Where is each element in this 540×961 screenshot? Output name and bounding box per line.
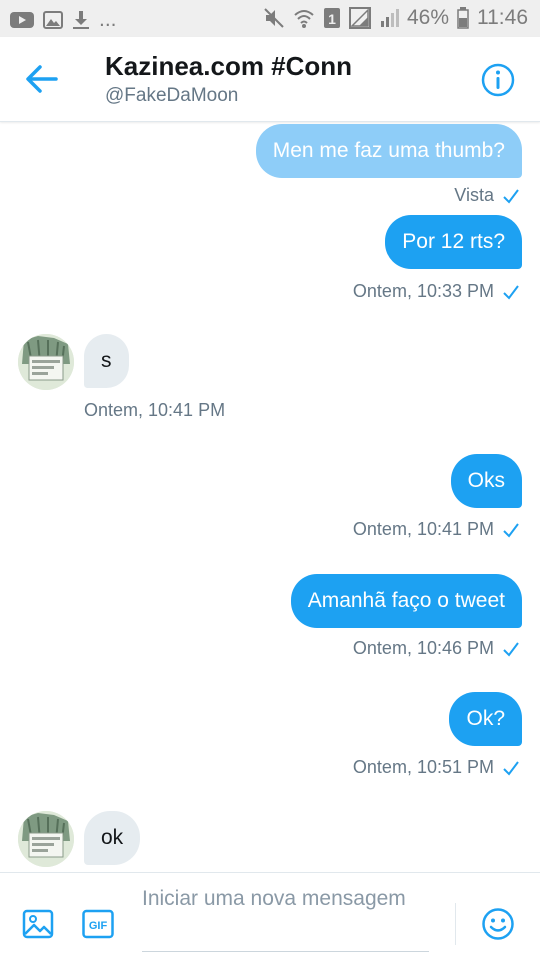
message-meta-text: Ontem, 10:46 PM [352, 638, 494, 658]
sim-icon: 1 [323, 7, 341, 29]
battery-percent: 46% [406, 6, 449, 29]
signal-icon [348, 7, 371, 29]
conversation-handle[interactable]: @FakeDaMoon [105, 85, 238, 107]
message-meta-text: Ontem, 10:41 PM [84, 400, 226, 420]
message-timestamp: Ontem, 10:51 PM [353, 757, 520, 778]
svg-text:GIF: GIF [89, 920, 108, 932]
composer-divider [455, 903, 456, 945]
back-arrow-icon [26, 65, 58, 93]
message-timestamp: Ontem, 10:41 PM [84, 400, 225, 421]
avatar[interactable] [18, 334, 74, 390]
message-meta-text: Ontem, 10:33 PM [352, 281, 494, 301]
message-meta-text: Vista [454, 185, 494, 205]
message-meta-text: Ontem, 10:51 PM [352, 757, 494, 777]
message-meta-text: Ontem, 10:41 PM [352, 519, 494, 539]
download-icon [72, 10, 90, 30]
conversation-title[interactable]: Kazinea.com #Conn [105, 51, 352, 82]
gif-icon: GIF [82, 909, 114, 939]
message-text: Ok? [466, 707, 505, 730]
message-text: Amanhã faço o tweet [307, 589, 505, 612]
gif-button[interactable]: GIF [82, 909, 114, 939]
mute-icon [263, 7, 285, 29]
check-icon [503, 641, 519, 657]
avatar-image [18, 334, 74, 390]
message-bubble-sent[interactable]: Oks [450, 454, 522, 508]
status-bar-left: ... [10, 7, 117, 33]
signal-bars-icon [379, 7, 399, 29]
check-icon [503, 522, 519, 538]
message-bubble-sent[interactable]: Ok? [449, 692, 522, 746]
wifi-icon [293, 7, 315, 29]
message-text: Por 12 rts? [402, 230, 505, 253]
message-bubble-received[interactable]: s [84, 334, 129, 388]
conversation-header: Kazinea.com #Conn @FakeDaMoon [0, 37, 540, 122]
message-text: Oks [467, 469, 505, 492]
message-text: Men me faz uma thumb? [272, 139, 505, 162]
check-icon [503, 284, 519, 300]
image-icon [43, 11, 63, 29]
check-icon [503, 760, 519, 776]
check-icon [503, 188, 519, 204]
message-timestamp: Ontem, 10:46 PM [353, 638, 520, 659]
message-text: ok [101, 826, 124, 849]
back-button[interactable] [22, 61, 62, 97]
svg-text:1: 1 [328, 11, 336, 27]
status-bar: ... 1 46% 11:46 [0, 0, 540, 37]
status-bar-right: 1 46% 11:46 [263, 5, 528, 31]
message-bubble-sent[interactable]: Men me faz uma thumb? [255, 124, 522, 178]
emoji-icon [482, 908, 514, 940]
avatar-image [18, 811, 74, 867]
info-icon [481, 63, 515, 97]
message-status: Vista [454, 185, 520, 206]
message-bubble-received[interactable]: ok [84, 811, 141, 865]
message-timestamp: Ontem, 10:41 PM [353, 519, 520, 540]
message-text: s [101, 349, 112, 372]
add-image-button[interactable] [22, 909, 54, 939]
status-more: ... [99, 8, 117, 31]
message-input[interactable]: Iniciar uma nova mensagem [142, 885, 429, 952]
message-composer: GIF Iniciar uma nova mensagem [0, 872, 540, 961]
avatar[interactable] [18, 811, 74, 867]
message-bubble-sent[interactable]: Amanhã faço o tweet [290, 574, 522, 628]
battery-icon [457, 7, 469, 29]
youtube-icon [10, 11, 34, 29]
message-bubble-sent[interactable]: Por 12 rts? [385, 215, 522, 269]
info-button[interactable] [480, 62, 516, 98]
image-icon [22, 909, 54, 939]
emoji-button[interactable] [481, 907, 515, 941]
clock: 11:46 [477, 6, 528, 29]
message-timestamp: Ontem, 10:33 PM [353, 281, 520, 302]
